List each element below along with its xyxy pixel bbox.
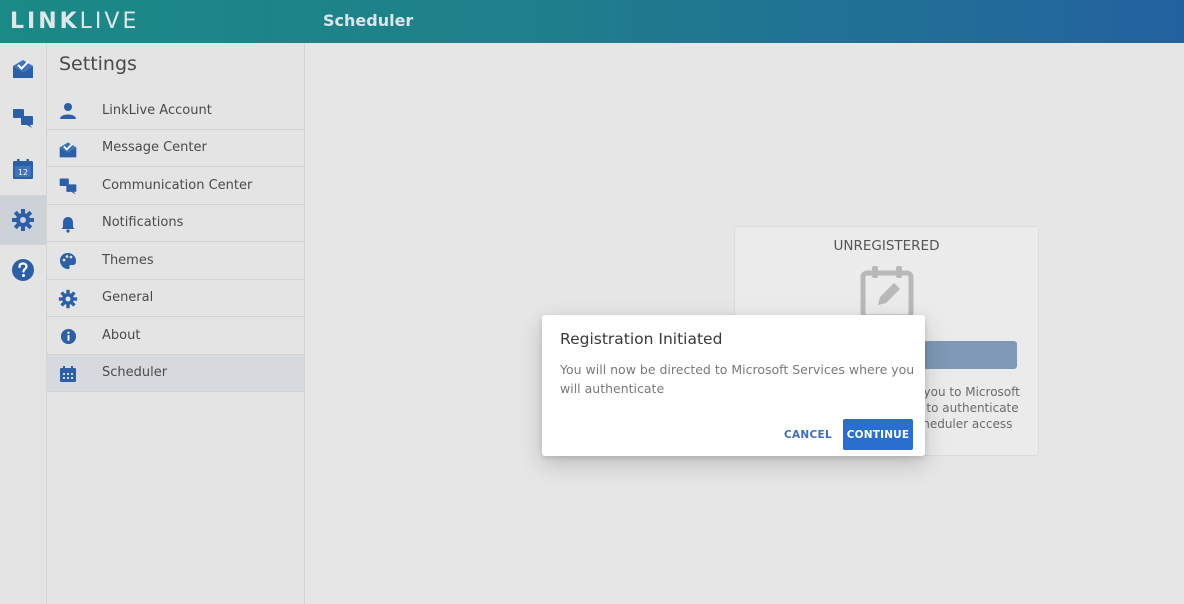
settings-item-communication-center[interactable]: Communication Center — [47, 167, 304, 205]
communication-icon — [13, 109, 33, 128]
dialog-title: Registration Initiated — [560, 330, 723, 348]
rail-item-settings[interactable] — [0, 195, 46, 245]
app-logo: LINKLIVE — [10, 9, 140, 34]
settings-item-about[interactable]: About — [47, 317, 304, 355]
rail-item-help[interactable] — [0, 245, 46, 295]
gear-icon — [12, 209, 34, 231]
settings-item-notifications[interactable]: Notifications — [47, 205, 304, 242]
settings-item-label: LinkLive Account — [102, 102, 212, 118]
settings-item-label: Notifications — [102, 215, 184, 231]
cancel-button[interactable]: CANCEL — [778, 419, 838, 450]
settings-item-label: General — [102, 290, 154, 306]
communication-icon — [58, 176, 78, 196]
registration-description: t you to Microsoft d to authenticate Sch… — [908, 385, 1020, 447]
calendar-icon — [58, 364, 78, 384]
settings-item-scheduler[interactable]: Scheduler — [47, 354, 304, 392]
settings-item-label: Message Center — [102, 140, 207, 156]
settings-item-label: Communication Center — [102, 177, 253, 193]
palette-icon — [58, 251, 78, 271]
settings-item-label: About — [102, 327, 141, 343]
rail-item-message-center[interactable] — [0, 43, 46, 93]
continue-button[interactable]: CONTINUE — [843, 419, 913, 450]
settings-item-general[interactable]: General — [47, 280, 304, 317]
bell-icon — [58, 214, 78, 234]
registration-status: UNREGISTERED — [833, 238, 940, 254]
svg-text:12: 12 — [18, 168, 28, 177]
calendar-edit-icon — [860, 266, 914, 319]
settings-menu: LinkLive Account Message Center Communic… — [47, 92, 304, 392]
registration-dialog: Registration Initiated You will now be d… — [542, 315, 925, 456]
nav-rail: 12 — [0, 43, 47, 604]
page-title: Scheduler — [323, 11, 414, 30]
settings-item-linklive-account[interactable]: LinkLive Account — [47, 92, 304, 130]
user-icon — [58, 101, 78, 121]
settings-item-themes[interactable]: Themes — [47, 242, 304, 280]
rail-item-calendar[interactable]: 12 — [0, 144, 46, 194]
message-center-icon — [58, 139, 78, 159]
settings-item-label: Scheduler — [102, 365, 168, 381]
info-icon — [58, 326, 78, 346]
calendar-icon: 12 — [13, 159, 33, 179]
settings-item-label: Themes — [102, 252, 154, 268]
message-center-icon — [13, 60, 33, 78]
dialog-message: You will now be directed to Microsoft Se… — [560, 362, 915, 396]
settings-panel: Settings LinkLive Account Message Center — [47, 43, 305, 604]
settings-item-message-center[interactable]: Message Center — [47, 130, 304, 167]
gear-icon — [58, 289, 78, 309]
top-bar: LINKLIVE Scheduler — [0, 0, 1184, 43]
settings-title: Settings — [59, 53, 137, 75]
help-icon — [12, 259, 34, 281]
rail-item-communication[interactable] — [0, 93, 46, 143]
